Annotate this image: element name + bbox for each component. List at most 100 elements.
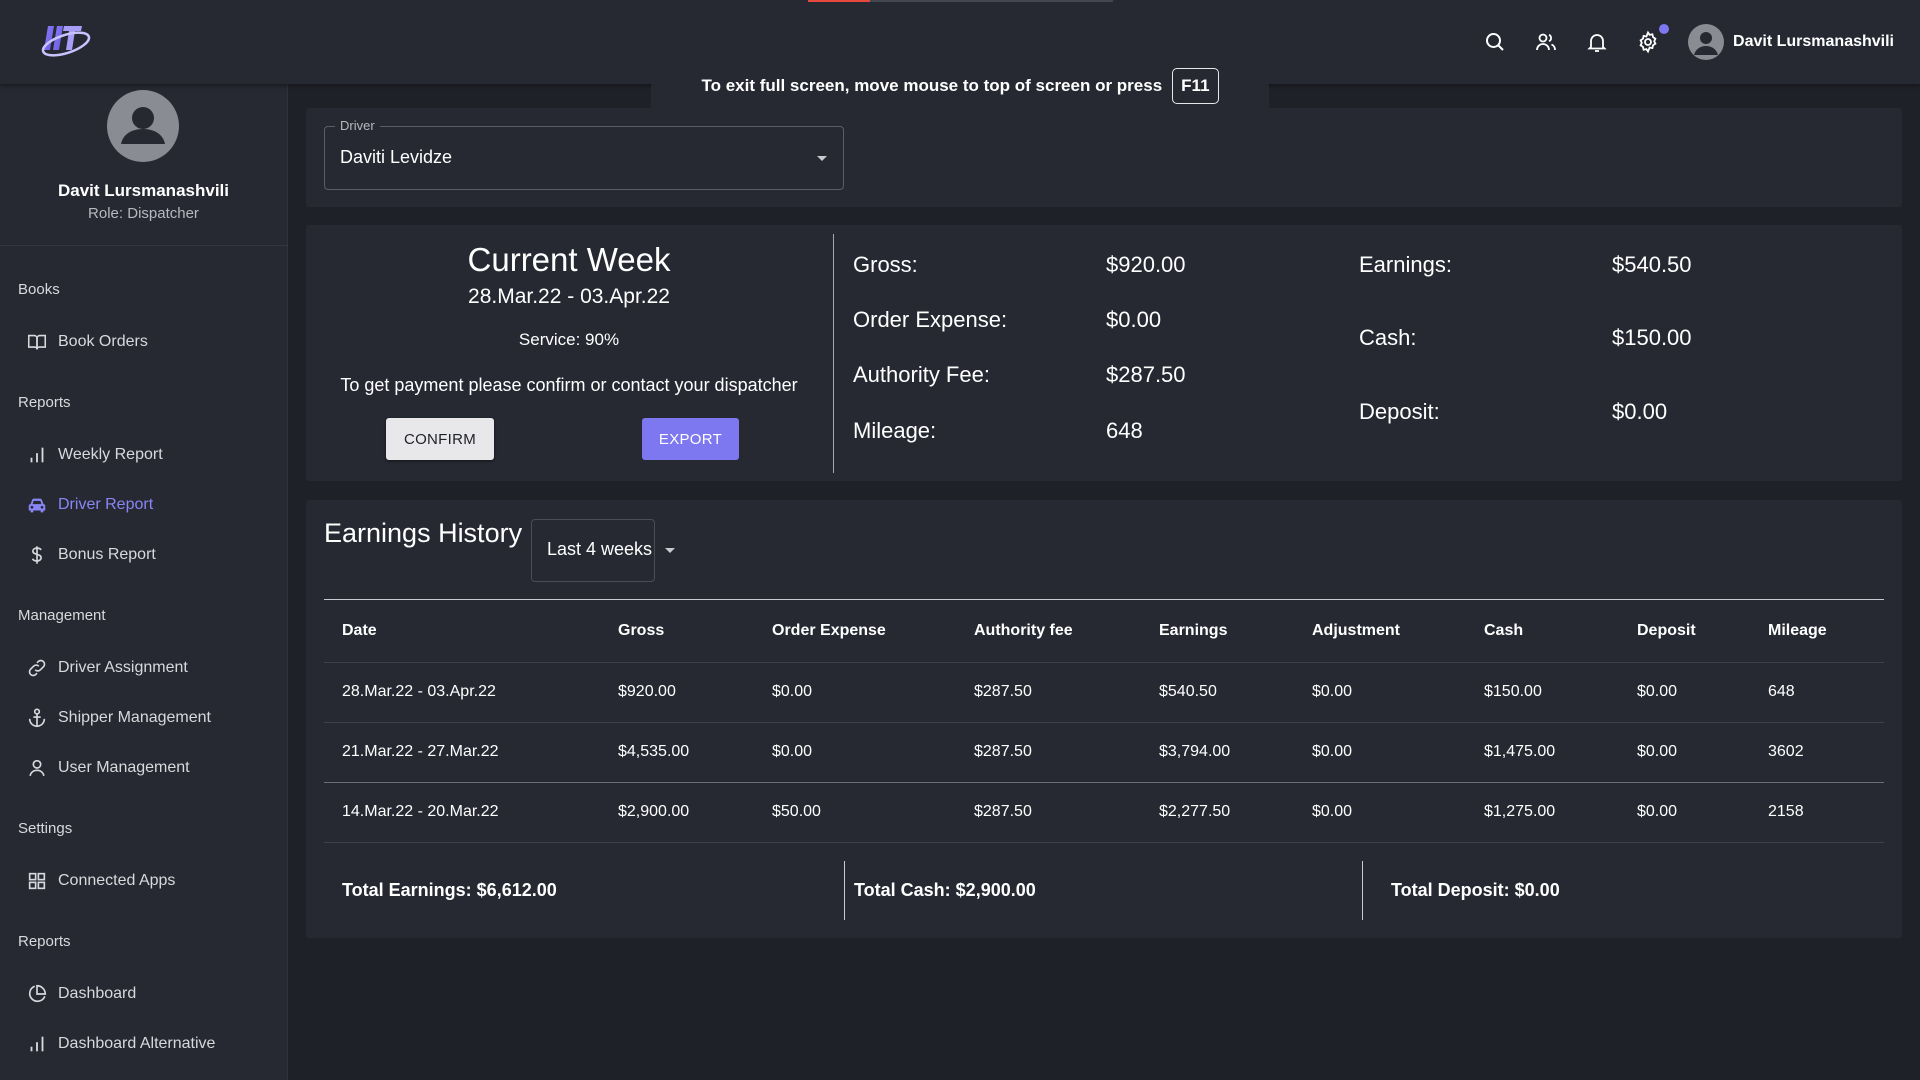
divider: [844, 861, 845, 920]
book-icon: [27, 334, 47, 350]
earnings-label: Earnings:: [1359, 252, 1452, 277]
cell-cash: $150.00: [1484, 683, 1542, 700]
notification-dot: [1659, 24, 1670, 34]
sidebar-item-user-management[interactable]: User Management: [26, 752, 190, 784]
column-header-adjustment[interactable]: Adjustment: [1312, 622, 1400, 640]
section-settings: Settings: [18, 820, 73, 837]
total-deposit: Total Deposit: $0.00: [1391, 880, 1560, 900]
row-divider: [324, 722, 1884, 723]
sidebar-item-book-orders[interactable]: Book Orders: [26, 326, 148, 358]
sidebar-item-label: Shipper Management: [58, 709, 211, 726]
cell-authority-fee: $287.50: [974, 683, 1032, 700]
section-reports-2: Reports: [18, 933, 71, 950]
cell-gross: $920.00: [618, 683, 676, 700]
row-divider: [324, 782, 1884, 783]
users-icon[interactable]: [1532, 28, 1560, 56]
cash-label: Cash:: [1359, 325, 1417, 350]
chevron-down-icon: [665, 548, 675, 553]
column-header-earnings[interactable]: Earnings: [1159, 622, 1227, 640]
total-cash: Total Cash: $2,900.00: [854, 880, 1036, 900]
search-icon[interactable]: [1481, 28, 1509, 56]
column-header-order-expense[interactable]: Order Expense: [772, 622, 886, 640]
cell-mileage: 648: [1768, 683, 1795, 700]
order-expense-label: Order Expense:: [853, 307, 1008, 332]
column-header-gross[interactable]: Gross: [618, 622, 664, 640]
profile-name: Davit Lursmanashvili: [57, 181, 229, 200]
period-select[interactable]: Last 4 weeks: [531, 519, 675, 582]
row-divider: [324, 842, 1884, 843]
driver-select-value: Daviti Levidze: [340, 147, 453, 167]
mileage-value: 648: [1106, 418, 1143, 443]
cell-order-expense: $0.00: [772, 683, 813, 700]
column-header-mileage[interactable]: Mileage: [1768, 622, 1827, 640]
profile-avatar: [107, 90, 179, 162]
cell-mileage: 3602: [1768, 743, 1804, 760]
fullscreen-notice-text: To exit full screen, move mouse to top o…: [701, 76, 1163, 95]
fullscreen-indicator-track: [870, 0, 1113, 2]
dollar-icon: [31, 546, 42, 564]
sidebar-item-shipper-management[interactable]: Shipper Management: [26, 702, 211, 734]
column-header-deposit[interactable]: Deposit: [1637, 622, 1696, 640]
car-icon: [28, 498, 46, 513]
sidebar-item-label: Book Orders: [58, 333, 148, 350]
confirm-button[interactable]: CONFIRM: [386, 418, 494, 460]
cell-cash: $1,275.00: [1484, 803, 1556, 820]
deposit-value: $0.00: [1612, 399, 1668, 424]
gross-value: $920.00: [1106, 252, 1186, 277]
mileage-label: Mileage:: [853, 418, 937, 443]
cash-value: $150.00: [1612, 325, 1692, 350]
cell-authority-fee: $287.50: [974, 803, 1032, 820]
cell-deposit: $0.00: [1637, 803, 1678, 820]
divider: [833, 234, 834, 473]
deposit-label: Deposit:: [1359, 399, 1440, 424]
earnings-history-title: Earnings History: [324, 518, 523, 548]
row-divider: [324, 662, 1884, 663]
sidebar-item-connected-apps[interactable]: Connected Apps: [26, 865, 175, 897]
user-name: Davit Lursmanashvili: [1733, 33, 1894, 50]
sidebar-item-driver-assignment[interactable]: Driver Assignment: [26, 652, 188, 684]
chevron-down-icon: [817, 156, 827, 161]
fullscreen-key: F11: [1172, 68, 1219, 104]
avatar: [1688, 24, 1725, 60]
driver-select[interactable]: Driver Daviti Levidze: [324, 118, 844, 190]
top-toolbar: Davit Lursmanashvili: [1458, 22, 1894, 62]
gear-icon[interactable]: [1634, 24, 1670, 56]
bell-icon[interactable]: [1583, 28, 1611, 56]
export-button[interactable]: EXPORT: [642, 418, 739, 460]
sidebar-profile: Davit Lursmanashvili Role: Dispatcher: [0, 84, 287, 246]
column-header-cash[interactable]: Cash: [1484, 622, 1523, 640]
cell-order-expense: $50.00: [772, 803, 821, 820]
cell-date: 21.Mar.22 - 27.Mar.22: [342, 743, 499, 760]
cell-adjustment: $0.00: [1312, 683, 1353, 700]
user-menu[interactable]: Davit Lursmanashvili: [1688, 24, 1894, 60]
bar-chart-icon: [30, 447, 44, 463]
period-select-value: Last 4 weeks: [547, 539, 653, 559]
current-week-title: Current Week: [467, 241, 671, 278]
current-week-range: 28.Mar.22 - 03.Apr.22: [468, 285, 670, 308]
cell-earnings: $2,277.50: [1159, 803, 1231, 820]
grid-icon: [28, 872, 46, 890]
section-management: Management: [18, 607, 106, 624]
anchor-icon: [28, 708, 46, 728]
authority-fee-value: $287.50: [1106, 362, 1186, 387]
sidebar-item-dashboard[interactable]: Dashboard: [26, 978, 136, 1010]
sidebar-item-bonus-report[interactable]: Bonus Report: [26, 539, 156, 571]
cell-mileage: 2158: [1768, 803, 1804, 820]
cell-order-expense: $0.00: [772, 743, 813, 760]
cell-gross: $2,900.00: [618, 803, 690, 820]
sidebar-item-label: Weekly Report: [58, 446, 163, 463]
sidebar-item-dashboard-alternative[interactable]: Dashboard Alternative: [26, 1028, 215, 1060]
pie-chart-icon: [28, 984, 47, 1003]
app-logo[interactable]: [38, 14, 92, 66]
gross-label: Gross:: [853, 252, 918, 277]
sidebar: Davit Lursmanashvili Role: Dispatcher Bo…: [0, 84, 288, 1080]
sidebar-item-label: Driver Report: [58, 496, 154, 513]
service-percentage: Service: 90%: [518, 330, 620, 349]
sidebar-item-weekly-report[interactable]: Weekly Report: [26, 439, 163, 471]
sidebar-item-label: Bonus Report: [58, 546, 156, 563]
cell-date: 14.Mar.22 - 20.Mar.22: [342, 803, 499, 820]
sidebar-item-driver-report[interactable]: Driver Report: [26, 489, 153, 521]
column-header-date[interactable]: Date: [342, 622, 377, 640]
column-header-authority-fee[interactable]: Authority fee: [974, 622, 1073, 640]
link-icon: [28, 659, 46, 677]
